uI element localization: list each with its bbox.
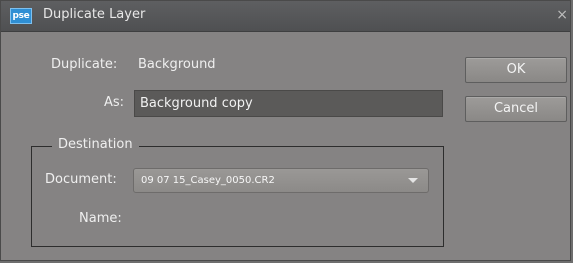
close-icon[interactable]: × (556, 7, 568, 23)
duplicate-layer-dialog: pse Duplicate Layer × Duplicate: Backgro… (0, 0, 571, 261)
ok-button[interactable]: OK (465, 57, 567, 83)
layer-name-input[interactable]: Background copy (134, 90, 443, 117)
destination-legend: Destination (52, 137, 139, 152)
duplicate-label: Duplicate: (51, 57, 118, 72)
duplicate-value: Background (138, 57, 216, 72)
as-label: As: (104, 95, 125, 110)
title-bar[interactable]: pse Duplicate Layer × (1, 1, 570, 32)
chevron-down-icon (408, 178, 418, 183)
document-label: Document: (45, 172, 117, 187)
dialog-title: Duplicate Layer (43, 7, 146, 22)
name-label: Name: (79, 211, 122, 226)
document-select-value: 09 07 15_Casey_0050.CR2 (141, 175, 275, 186)
cancel-button[interactable]: Cancel (465, 96, 567, 122)
pse-logo-icon: pse (10, 8, 32, 24)
document-select[interactable]: 09 07 15_Casey_0050.CR2 (133, 168, 429, 193)
destination-group (31, 146, 444, 247)
